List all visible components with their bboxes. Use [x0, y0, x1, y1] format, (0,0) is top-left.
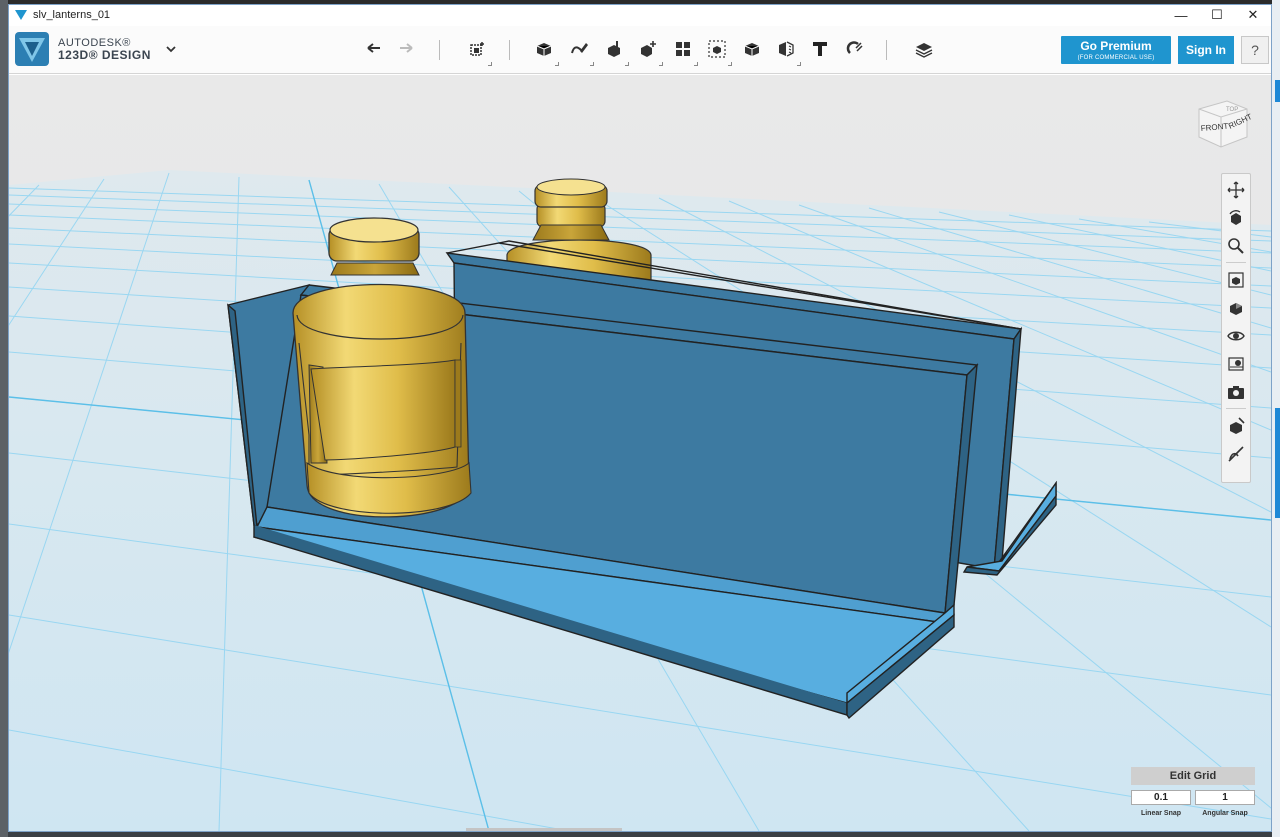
main-toolbar: AUTODESK® 123D® DESIGN Go Premium (FOR C…: [9, 26, 1271, 74]
construct-button[interactable]: [601, 36, 629, 66]
snap-view-button[interactable]: [1226, 416, 1246, 436]
visibility-icon: [1227, 331, 1245, 341]
camera-button[interactable]: [1226, 382, 1246, 402]
combine-button[interactable]: [739, 36, 765, 62]
snap-icon: [846, 41, 863, 54]
pattern-icon: [676, 42, 690, 56]
transform-button[interactable]: [464, 36, 492, 66]
desktop-background-right: [1272, 0, 1280, 837]
measure-button[interactable]: [773, 36, 801, 66]
help-button[interactable]: ?: [1241, 36, 1269, 64]
fit-button[interactable]: [1226, 270, 1246, 290]
angular-snap-field[interactable]: 1: [1195, 790, 1255, 805]
sketch-icon: [571, 43, 588, 54]
close-button[interactable]: ✕: [1235, 5, 1271, 25]
linear-snap-field[interactable]: 0.1: [1131, 790, 1191, 805]
orbit-button[interactable]: [1226, 208, 1246, 228]
angular-snap-label: Angular Snap: [1202, 810, 1248, 817]
go-premium-sublabel: (FOR COMMERCIAL USE): [1077, 55, 1155, 61]
view-cube[interactable]: TOP FRONT RIGHT: [1193, 91, 1253, 153]
edit-grid-button[interactable]: Edit Grid: [1131, 767, 1255, 785]
group-icon: [708, 40, 726, 58]
camera-icon: [1228, 386, 1244, 399]
measure-icon: [779, 41, 794, 57]
construct-icon: [608, 41, 620, 57]
pan-icon: [1227, 181, 1245, 199]
viewcube-top-label: TOP: [1226, 107, 1238, 113]
sign-in-button[interactable]: Sign In: [1178, 36, 1234, 64]
material-layers-icon: [915, 43, 933, 58]
text-button[interactable]: [807, 36, 833, 62]
material-button[interactable]: [911, 36, 937, 62]
modify-button[interactable]: [635, 36, 663, 66]
orbit-icon: [1229, 210, 1241, 225]
primitives-cube-icon: [536, 43, 552, 56]
undo-button[interactable]: [361, 36, 387, 62]
redo-button[interactable]: [393, 36, 419, 62]
3d-viewport[interactable]: TOP FRONT RIGHT Edit Grid 0.1 1 Linear S…: [9, 75, 1271, 831]
primitives-button[interactable]: [531, 36, 559, 66]
combine-icon: [744, 43, 760, 56]
app-window: slv_lanterns_01 — ☐ ✕ AUTODESK® 123D® DE…: [8, 4, 1272, 832]
window-title: slv_lanterns_01: [33, 9, 111, 21]
go-premium-button[interactable]: Go Premium (FOR COMMERCIAL USE): [1061, 36, 1171, 64]
sketch-button[interactable]: [566, 36, 594, 66]
horizontal-scrollbar[interactable]: [466, 828, 622, 831]
hide-sketch-button[interactable]: [1226, 444, 1246, 464]
modify-icon: [641, 41, 656, 57]
app-menu-logo[interactable]: AUTODESK® 123D® DESIGN: [15, 32, 151, 66]
undo-icon: [367, 43, 380, 53]
zoom-button[interactable]: [1226, 236, 1246, 256]
text-icon: [813, 42, 827, 56]
app-logo-icon: [15, 10, 27, 20]
go-premium-label: Go Premium: [1080, 39, 1152, 53]
snap-view-icon: [1230, 417, 1245, 434]
linear-snap-label: Linear Snap: [1140, 810, 1182, 817]
3d-scene[interactable]: [9, 75, 1271, 831]
material-view-button[interactable]: [1226, 354, 1246, 374]
snap-button[interactable]: [841, 36, 867, 62]
desktop-background-left: [0, 0, 8, 837]
visibility-button[interactable]: [1226, 326, 1246, 346]
fit-icon: [1228, 272, 1244, 288]
material-view-icon: [1228, 357, 1244, 371]
pattern-button[interactable]: [670, 36, 698, 66]
zoom-icon: [1228, 238, 1244, 254]
autodesk-logo-icon: [15, 32, 49, 66]
maximize-button[interactable]: ☐: [1199, 5, 1235, 25]
redo-icon: [400, 43, 413, 53]
pan-button[interactable]: [1226, 180, 1246, 200]
view-icon: [1230, 303, 1242, 315]
view-button[interactable]: [1226, 298, 1246, 318]
group-button[interactable]: [704, 36, 732, 66]
brand-line2: 123D® DESIGN: [58, 48, 151, 62]
minimize-button[interactable]: —: [1163, 5, 1199, 25]
hide-sketch-icon: [1228, 446, 1244, 462]
navigation-bar: [1221, 173, 1251, 483]
chevron-down-icon[interactable]: [164, 42, 178, 56]
transform-icon: [470, 42, 484, 56]
title-bar: slv_lanterns_01 — ☐ ✕: [9, 5, 1271, 25]
